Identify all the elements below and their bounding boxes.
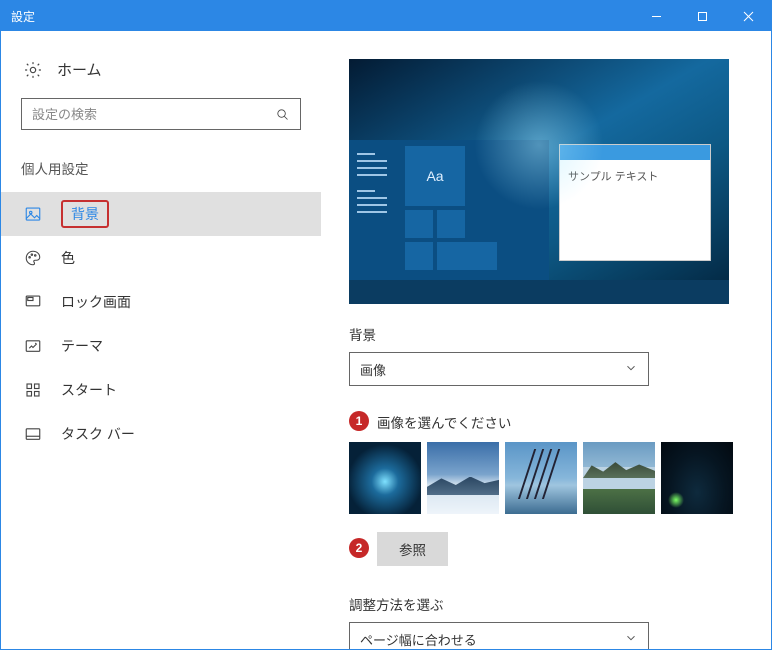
- close-icon: [743, 11, 754, 22]
- section-title: 個人用設定: [1, 158, 321, 192]
- thumbnail-1[interactable]: [349, 442, 421, 514]
- pencil-icon: [23, 336, 43, 356]
- sidebar-item-themes[interactable]: テーマ: [1, 324, 321, 368]
- background-dropdown[interactable]: 画像: [349, 352, 649, 386]
- content: ホーム 個人用設定 背景 色: [1, 31, 771, 649]
- sidebar-item-label: タスク バー: [61, 424, 135, 444]
- sidebar-item-label: ロック画面: [61, 292, 131, 312]
- preview-start-tiles: Aa: [399, 140, 549, 280]
- fit-dropdown[interactable]: ページ幅に合わせる: [349, 622, 649, 649]
- browse-button[interactable]: 参照: [377, 532, 448, 566]
- preview-taskbar: [349, 280, 729, 304]
- sidebar-item-start[interactable]: スタート: [1, 368, 321, 412]
- background-label: 背景: [349, 324, 741, 344]
- preview-window: サンプル テキスト: [559, 144, 711, 261]
- search-input[interactable]: [32, 107, 272, 122]
- image-thumbnails: [349, 442, 741, 514]
- palette-icon: [23, 248, 43, 268]
- maximize-button[interactable]: [679, 1, 725, 31]
- window-title: 設定: [1, 8, 35, 25]
- search-box[interactable]: [21, 98, 301, 130]
- choose-image-label: 画像を選んでください: [377, 412, 511, 432]
- thumbnail-3[interactable]: [505, 442, 577, 514]
- home-button[interactable]: ホーム: [1, 59, 321, 98]
- grid-icon: [23, 380, 43, 400]
- preview-window-titlebar: [560, 145, 710, 160]
- titlebar: 設定: [1, 1, 771, 31]
- browse-row: 2 参照: [349, 532, 741, 566]
- preview-window-text: サンプル テキスト: [560, 160, 710, 260]
- annotation-1: 1: [349, 411, 369, 431]
- sidebar-item-label: 色: [61, 248, 75, 268]
- sidebar-item-label: テーマ: [61, 336, 103, 356]
- picture-icon: [23, 204, 43, 224]
- sidebar-item-label: スタート: [61, 380, 117, 400]
- desktop-preview: Aa サンプル テキスト: [349, 59, 729, 304]
- monitor-icon: [23, 292, 43, 312]
- taskbar-icon: [23, 424, 43, 444]
- minimize-icon: [651, 11, 662, 22]
- fit-dropdown-value: ページ幅に合わせる: [360, 630, 477, 649]
- sidebar-item-background[interactable]: 背景: [1, 192, 321, 236]
- thumbnail-5[interactable]: [661, 442, 733, 514]
- browse-button-label: 参照: [399, 539, 426, 559]
- main-pane: Aa サンプル テキスト 背景 画像 1 画像を選んでください: [321, 31, 771, 649]
- thumbnail-4[interactable]: [583, 442, 655, 514]
- preview-start-menu: Aa: [349, 140, 549, 280]
- gear-icon: [23, 60, 43, 80]
- chevron-down-icon: [624, 631, 638, 648]
- close-button[interactable]: [725, 1, 771, 31]
- search-icon: [272, 104, 292, 124]
- maximize-icon: [697, 11, 708, 22]
- background-dropdown-value: 画像: [360, 360, 386, 379]
- sidebar-item-colors[interactable]: 色: [1, 236, 321, 280]
- preview-tile-big: Aa: [405, 146, 465, 206]
- minimize-button[interactable]: [633, 1, 679, 31]
- preview-start-list: [349, 140, 399, 280]
- choose-image-row: 1 画像を選んでください: [349, 412, 741, 432]
- fit-label: 調整方法を選ぶ: [349, 594, 741, 614]
- sidebar-item-lockscreen[interactable]: ロック画面: [1, 280, 321, 324]
- home-label: ホーム: [57, 59, 102, 80]
- thumbnail-2[interactable]: [427, 442, 499, 514]
- sidebar-item-label: 背景: [61, 200, 109, 228]
- settings-window: 設定 ホーム: [0, 0, 772, 650]
- chevron-down-icon: [624, 361, 638, 378]
- window-controls: [633, 1, 771, 31]
- sidebar: ホーム 個人用設定 背景 色: [1, 31, 321, 649]
- annotation-2: 2: [349, 538, 369, 558]
- sidebar-item-taskbar[interactable]: タスク バー: [1, 412, 321, 456]
